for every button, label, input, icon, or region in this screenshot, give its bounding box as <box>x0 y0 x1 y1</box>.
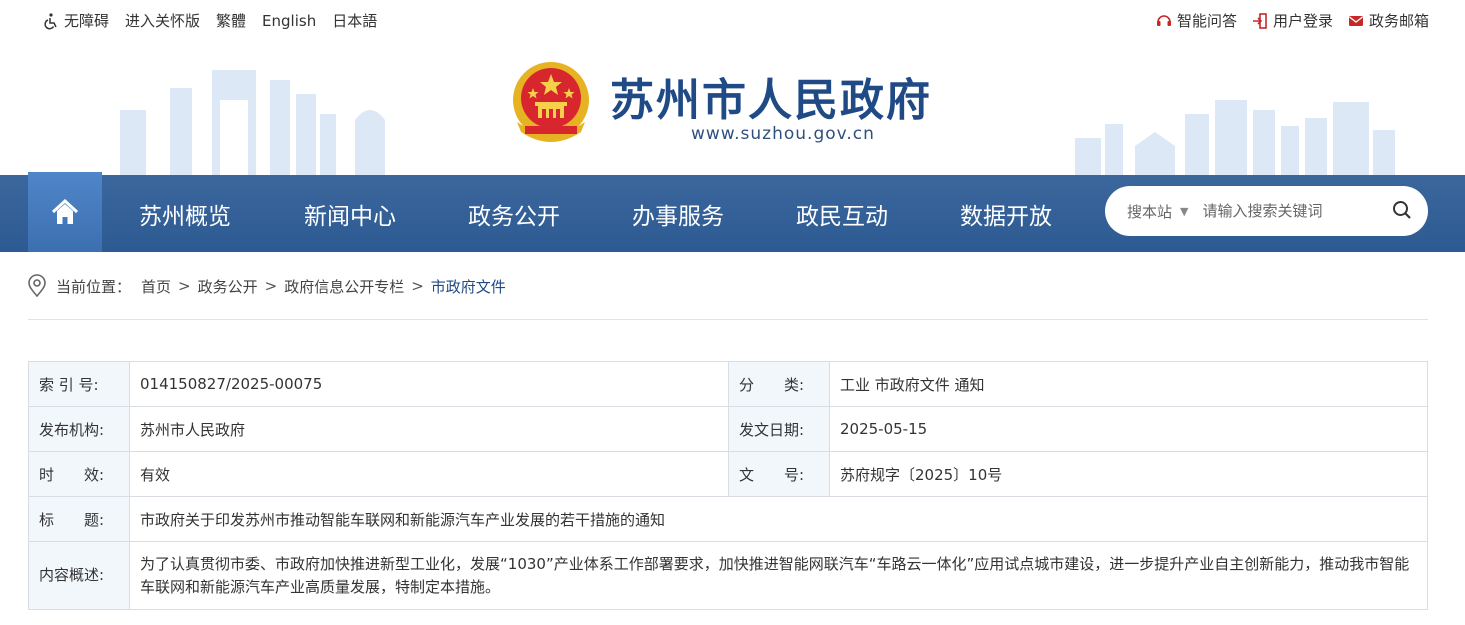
location-pin-icon <box>28 274 46 298</box>
nav-menu: 苏州概览 新闻中心 政务公开 办事服务 政民互动 数据开放 <box>102 175 1088 252</box>
index-number-label: 索 引 号: <box>28 361 130 407</box>
breadcrumb-separator: > <box>411 277 424 295</box>
document-info-table: 索 引 号: 014150827/2025-00075 分 类: 工业 市政府文… <box>28 361 1428 610</box>
accessibility-label: 无障碍 <box>64 12 110 30</box>
accessibility-link[interactable]: 无障碍 <box>42 10 109 31</box>
validity-value: 有效 <box>129 451 729 497</box>
title-value: 市政府关于印发苏州市推动智能车联网和新能源汽车产业发展的若干措施的通知 <box>129 496 1428 542</box>
category-value: 工业 市政府文件 通知 <box>829 361 1428 407</box>
summary-value: 为了认真贯彻市委、市政府加快推进新型工业化，发展“1030”产业体系工作部署要求… <box>129 541 1428 610</box>
search-box: 搜本站 ▼ <box>1105 186 1428 236</box>
issue-date-value: 2025-05-15 <box>829 406 1428 452</box>
search-scope-label: 搜本站 <box>1127 202 1173 221</box>
user-login-link[interactable]: 用户登录 <box>1251 10 1333 31</box>
smart-qa-label: 智能问答 <box>1176 12 1237 30</box>
validity-label: 时 效: <box>28 451 130 497</box>
nav-item-services[interactable]: 办事服务 <box>596 175 760 252</box>
japanese-link[interactable]: 日本語 <box>332 10 377 31</box>
table-row: 时 效: 有效 文 号: 苏府规字〔2025〕10号 <box>28 451 1428 497</box>
breadcrumb-divider <box>28 319 1428 320</box>
top-left-links: 无障碍 进入关怀版 繁體 English 日本語 <box>42 10 377 31</box>
breadcrumb-separator: > <box>178 277 191 295</box>
login-icon <box>1252 12 1267 29</box>
breadcrumb-city-documents[interactable]: 市政府文件 <box>431 276 506 297</box>
main-nav: 苏州概览 新闻中心 政务公开 办事服务 政民互动 数据开放 搜本站 ▼ <box>0 172 1465 252</box>
breadcrumb: 当前位置： 首页 > 政务公开 > 政府信息公开专栏 > 市政府文件 <box>26 274 506 298</box>
home-icon <box>51 199 79 224</box>
document-number-value: 苏府规字〔2025〕10号 <box>829 451 1428 497</box>
skyline-left-decoration <box>120 70 385 175</box>
accessibility-icon <box>44 12 57 29</box>
issue-date-label: 发文日期: <box>728 406 830 452</box>
search-input[interactable] <box>1202 202 1373 220</box>
national-emblem-logo <box>513 62 589 142</box>
site-banner: 苏州市人民政府 www.suzhou.gov.cn <box>0 42 1465 175</box>
gov-mail-link[interactable]: 政务邮箱 <box>1347 10 1429 31</box>
gov-mail-label: 政务邮箱 <box>1368 12 1429 30</box>
publisher-value: 苏州市人民政府 <box>129 406 729 452</box>
care-mode-link[interactable]: 进入关怀版 <box>125 10 200 31</box>
breadcrumb-home[interactable]: 首页 <box>141 276 171 297</box>
search-scope-dropdown[interactable]: 搜本站 ▼ <box>1127 201 1188 222</box>
site-url: www.suzhou.gov.cn <box>691 124 875 144</box>
user-login-label: 用户登录 <box>1272 12 1333 30</box>
skyline-right-decoration <box>1075 100 1395 175</box>
search-icon[interactable] <box>1392 200 1412 220</box>
english-link[interactable]: English <box>262 12 316 30</box>
category-label: 分 类: <box>728 361 830 407</box>
site-title: 苏州市人民政府 <box>610 75 932 126</box>
nav-item-news-center[interactable]: 新闻中心 <box>268 175 432 252</box>
mail-icon <box>1348 15 1363 26</box>
document-number-label: 文 号: <box>728 451 830 497</box>
headset-icon <box>1156 14 1171 26</box>
breadcrumb-separator: > <box>264 277 278 295</box>
table-row: 标 题: 市政府关于印发苏州市推动智能车联网和新能源汽车产业发展的若干措施的通知 <box>28 496 1428 542</box>
home-button[interactable] <box>28 172 102 252</box>
traditional-chinese-link[interactable]: 繁體 <box>216 10 246 31</box>
table-row: 发布机构: 苏州市人民政府 发文日期: 2025-05-15 <box>28 406 1428 452</box>
nav-item-government-affairs[interactable]: 政务公开 <box>432 175 596 252</box>
nav-item-open-data[interactable]: 数据开放 <box>924 175 1088 252</box>
nav-item-suzhou-overview[interactable]: 苏州概览 <box>102 175 268 252</box>
smart-qa-link[interactable]: 智能问答 <box>1155 10 1237 31</box>
top-utility-bar: 无障碍 进入关怀版 繁體 English 日本語 智能问答 用户登录 政务邮箱 <box>0 0 1465 42</box>
index-number-value: 014150827/2025-00075 <box>129 361 729 407</box>
breadcrumb-info-column[interactable]: 政府信息公开专栏 <box>284 276 404 297</box>
title-label: 标 题: <box>28 496 130 542</box>
breadcrumb-label: 当前位置： <box>56 277 132 296</box>
caret-down-icon: ▼ <box>1180 204 1189 218</box>
publisher-label: 发布机构: <box>28 406 130 452</box>
breadcrumb-government-affairs[interactable]: 政务公开 <box>198 276 258 297</box>
top-right-links: 智能问答 用户登录 政务邮箱 <box>1155 10 1429 31</box>
table-row: 索 引 号: 014150827/2025-00075 分 类: 工业 市政府文… <box>28 361 1428 407</box>
summary-label: 内容概述: <box>28 541 130 610</box>
table-row: 内容概述: 为了认真贯彻市委、市政府加快推进新型工业化，发展“1030”产业体系… <box>28 541 1428 610</box>
nav-item-interaction[interactable]: 政民互动 <box>760 175 924 252</box>
